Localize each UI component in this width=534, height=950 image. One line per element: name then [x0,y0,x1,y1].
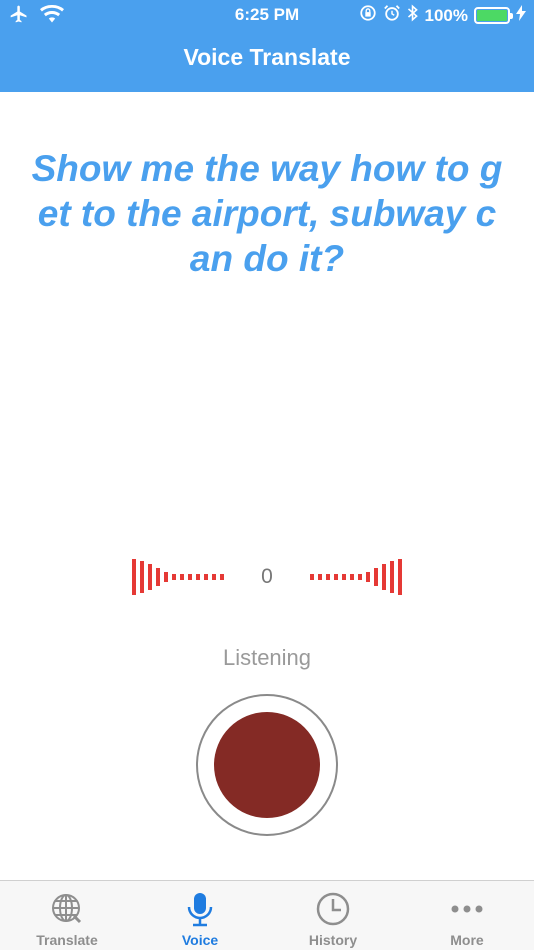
status-bar: 6:25 PM 100% [0,0,534,30]
tab-voice[interactable]: Voice [133,881,267,950]
level-bar [390,561,394,593]
clock-icon [314,890,352,928]
tab-bar: Translate Voice History More [0,880,534,950]
listening-status: Listening [222,645,312,670]
status-right: 100% [359,4,526,27]
tab-more[interactable]: More [400,881,534,950]
tab-label: More [450,932,484,948]
tab-label: History [308,932,358,948]
alarm-icon [383,4,401,27]
level-bar [310,574,314,580]
level-bar [382,564,386,590]
level-bar [374,568,378,586]
tab-history[interactable]: History [266,881,400,950]
level-bar [334,574,338,580]
page-title: Voice Translate [183,44,351,70]
more-icon [448,890,486,928]
level-bar [326,574,330,580]
battery-icon [474,7,513,24]
header: 6:25 PM 100% Voice Translate [0,0,534,92]
level-bar [350,574,354,580]
tab-label: Translate [36,932,98,948]
record-button[interactable] [196,694,338,836]
level-count: 0 [261,565,273,588]
recognized-phrase: Show me the way how to get to the airpor… [31,148,503,279]
record-dot-icon [214,712,320,818]
globe-icon [48,890,86,928]
microphone-icon [181,890,219,928]
battery-percent: 100% [424,5,468,25]
level-bar [398,559,402,595]
tab-translate[interactable]: Translate [0,881,134,950]
rotation-lock-icon [359,4,377,27]
level-bar [358,574,362,580]
bluetooth-icon [407,4,419,27]
level-bar [366,572,370,582]
level-bars-right [310,555,402,599]
tab-label: Voice [181,932,219,948]
charging-icon [516,5,526,26]
audio-level-meter: 0 [0,555,534,599]
level-bar [318,574,322,580]
level-bar [342,574,346,580]
